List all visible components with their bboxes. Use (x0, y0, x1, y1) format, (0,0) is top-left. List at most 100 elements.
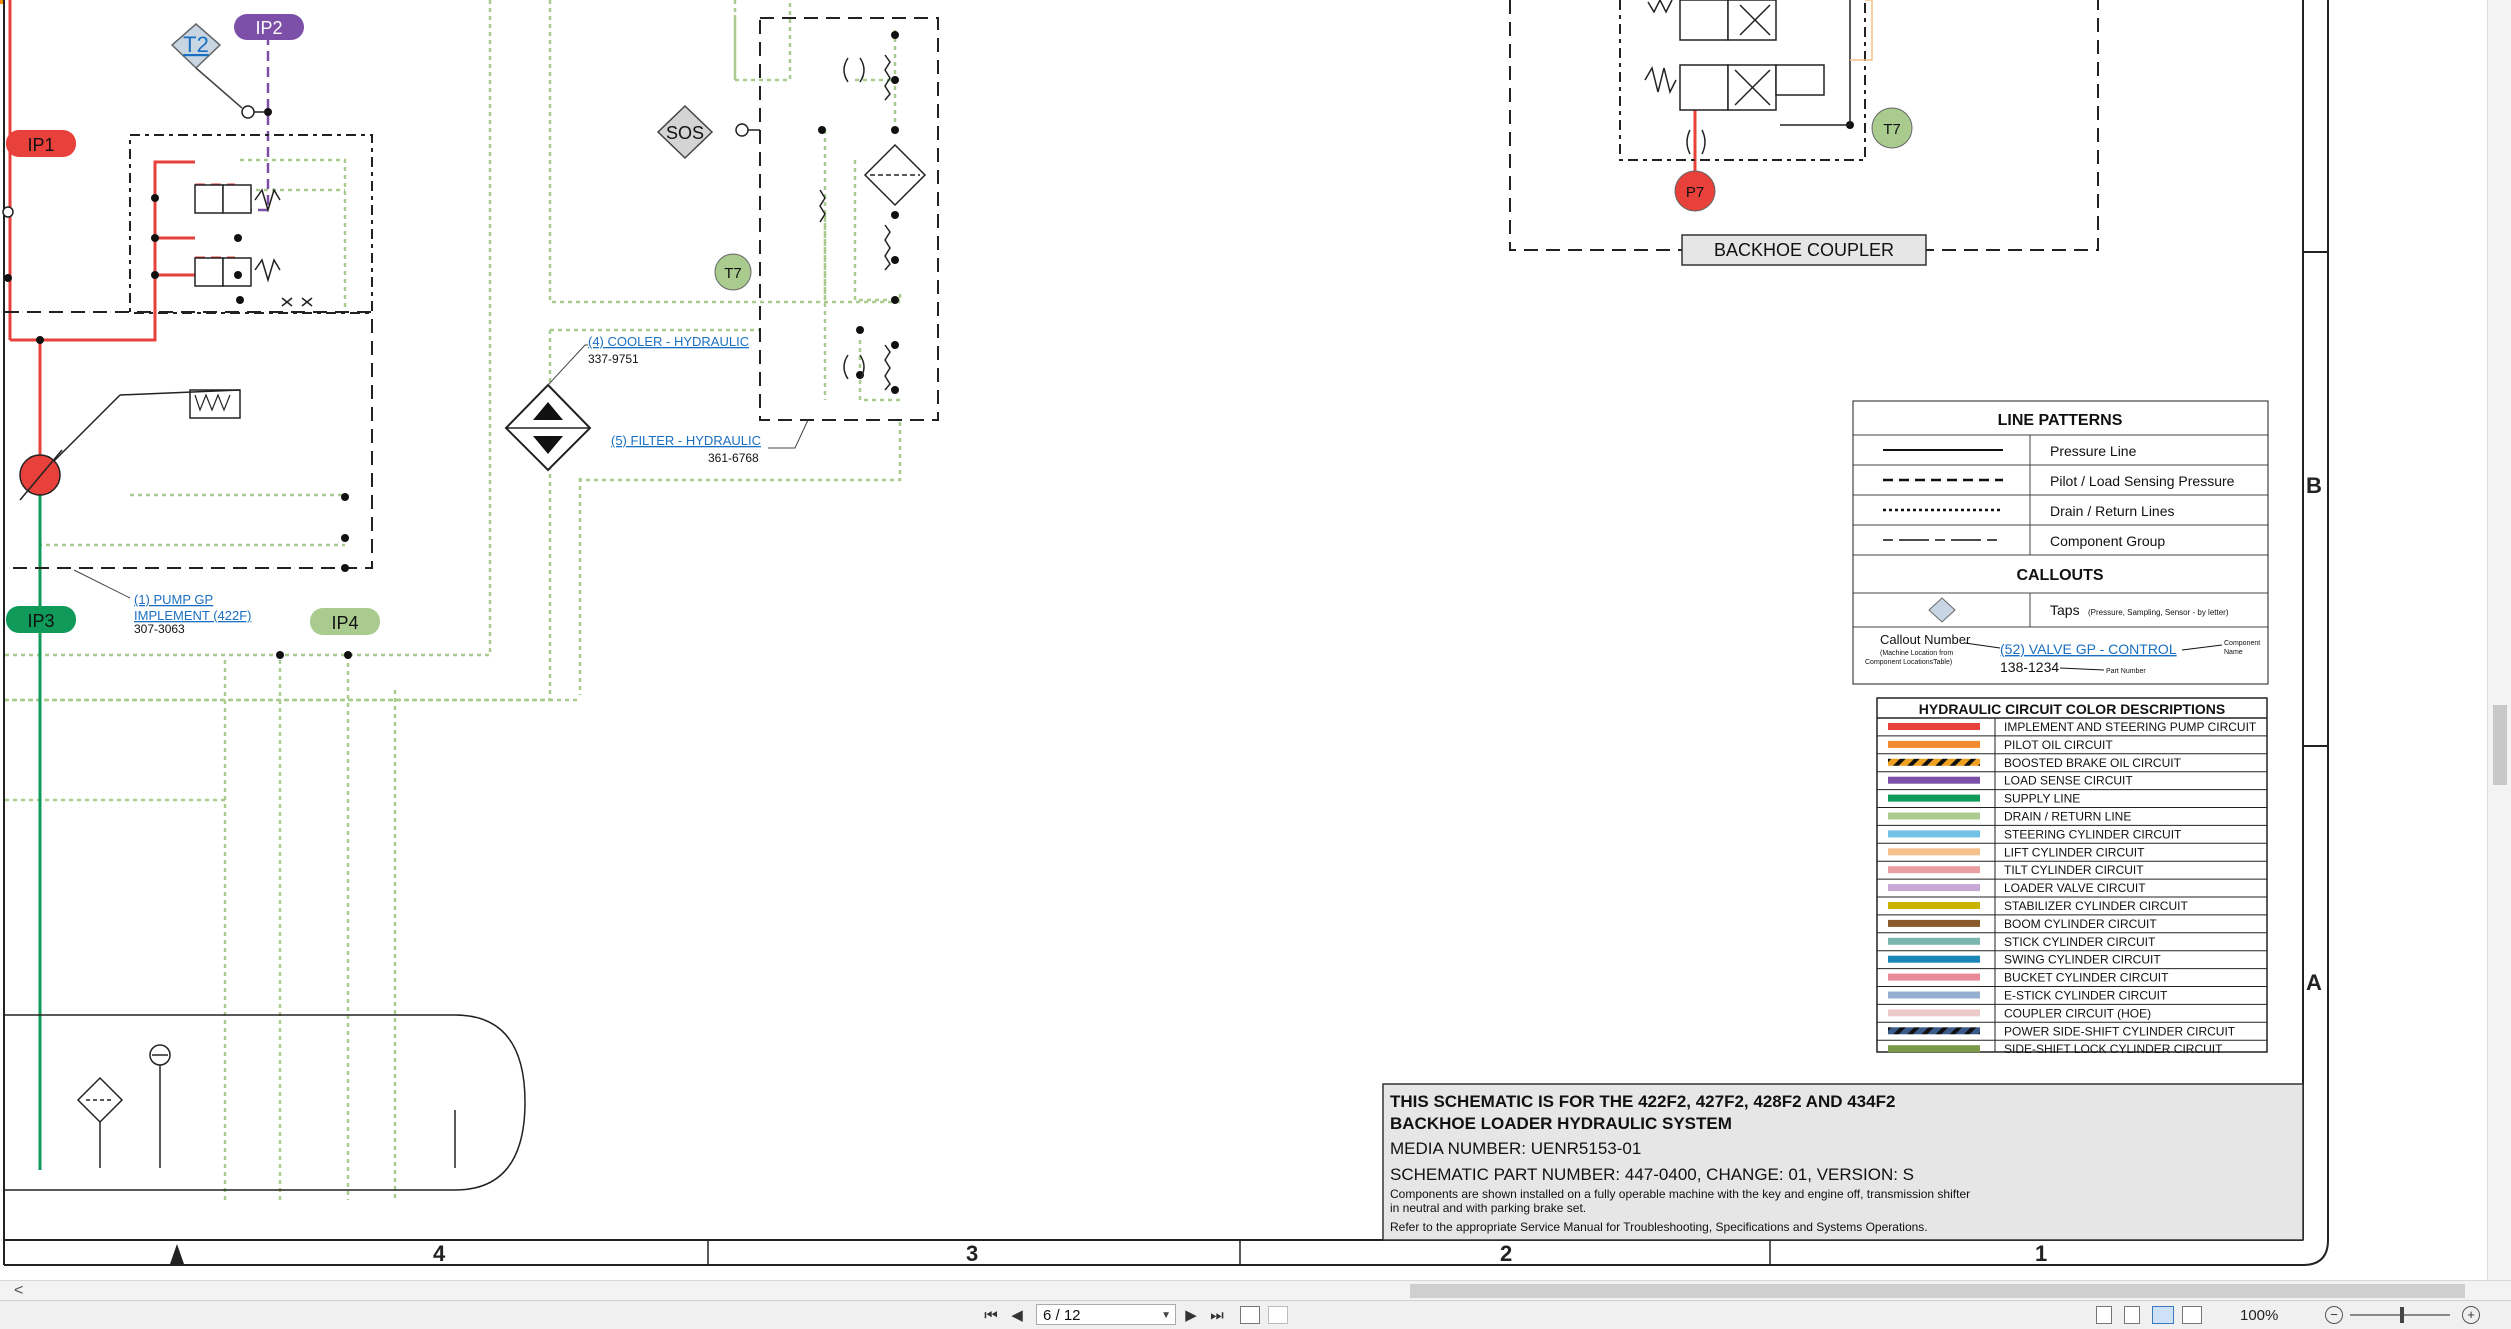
part-number-note: Part Number (2106, 668, 2146, 675)
tap-t7-left[interactable]: T7 (714, 253, 752, 291)
control-valves-left (189, 184, 281, 419)
tap-t2-label: T2 (183, 32, 209, 57)
line-patterns-legend: LINE PATTERNS Pressure Line Pilot / Load… (1852, 400, 2269, 685)
page-dropdown-icon[interactable]: ▼ (1161, 1305, 1171, 1326)
tap-ip3[interactable]: IP3 (6, 606, 76, 633)
next-page-icon: ▶ (1185, 1307, 1197, 1324)
color-swatch (1888, 794, 1980, 802)
first-page-button[interactable]: ⏮ (980, 1304, 1002, 1326)
zoom-out-icon: − (2330, 1307, 2338, 1322)
cooler-callout: (4) COOLER - HYDRAULIC 337-9751 (547, 334, 749, 386)
last-page-button[interactable]: ⏭ (1206, 1304, 1228, 1326)
previous-view-icon[interactable] (1240, 1306, 1260, 1324)
page-number-value: 6 / 12 (1043, 1307, 1081, 1324)
tap-sos[interactable]: SOS (656, 104, 714, 160)
color-swatch (1888, 1009, 1980, 1017)
color-label: SWING CYLINDER CIRCUIT (2004, 953, 2161, 967)
color-swatch (1888, 991, 1980, 999)
color-label: COUPLER CIRCUIT (HOE) (2004, 1006, 2151, 1020)
tap-t7-right[interactable]: T7 (1871, 107, 1913, 149)
color-swatch (1888, 1027, 1980, 1035)
cooler-callout-link[interactable]: (4) COOLER - HYDRAULIC (588, 334, 749, 349)
tap-ip2[interactable]: IP2 (234, 14, 304, 40)
filter-callout-part: 361-6768 (708, 451, 759, 465)
tap-t2[interactable]: T2 (170, 23, 222, 70)
cooler-symbol (504, 383, 592, 472)
zone-letter-a: A (2306, 970, 2322, 995)
callout-number-label: Callout Number (1880, 632, 1971, 647)
zone-number-1: 1 (2035, 1241, 2047, 1266)
continuous-view-icon[interactable] (2124, 1306, 2140, 1324)
color-label: PILOT OIL CIRCUIT (2004, 738, 2113, 752)
color-swatch (1888, 973, 1980, 981)
pump-callout-link2[interactable]: IMPLEMENT (422F) (134, 608, 252, 623)
filter-callout: (5) FILTER - HYDRAULIC 361-6768 (611, 419, 809, 465)
line-pattern-drain: Drain / Return Lines (2050, 503, 2175, 519)
color-label: STABILIZER CYLINDER CIRCUIT (2004, 899, 2188, 913)
horizontal-scrollbar[interactable]: < (0, 1280, 2511, 1301)
color-swatch (1888, 776, 1980, 784)
component-name-note1: Component (2224, 640, 2260, 647)
zoom-slider[interactable] (2350, 1307, 2450, 1323)
color-swatch (1888, 919, 1980, 927)
color-label: BOOM CYLINDER CIRCUIT (2004, 917, 2157, 931)
zone-number-2: 2 (1500, 1241, 1512, 1266)
tap-p7[interactable]: P7 (1674, 170, 1716, 212)
two-page-continuous-view-icon[interactable] (2182, 1306, 2202, 1324)
color-label: POWER SIDE-SHIFT CYLINDER CIRCUIT (2004, 1024, 2236, 1038)
title-note2: in neutral and with parking brake set. (1390, 1201, 1586, 1215)
title-line1: THIS SCHEMATIC IS FOR THE 422F2, 427F2, … (1390, 1092, 1895, 1111)
cooler-callout-part: 337-9751 (588, 352, 639, 366)
previous-page-icon: ◀ (1011, 1307, 1023, 1324)
color-label: IMPLEMENT AND STEERING PUMP CIRCUIT (2004, 720, 2257, 734)
previous-page-button[interactable]: ◀ (1006, 1304, 1028, 1326)
tap-ip2-label: IP2 (255, 18, 282, 38)
next-view-icon[interactable] (1268, 1306, 1288, 1324)
color-swatch (1888, 848, 1980, 856)
zoom-out-button[interactable]: − (2325, 1306, 2343, 1324)
zone-letter-b: B (2306, 473, 2322, 498)
zoom-in-button[interactable]: + (2462, 1306, 2480, 1324)
callout-number-note1: (Machine Location from (1880, 650, 1953, 657)
color-label: SUPPLY LINE (2004, 792, 2080, 806)
tap-ip3-label: IP3 (27, 611, 54, 631)
example-callout-link: (52) VALVE GP - CONTROL (2000, 641, 2177, 657)
coupler-label: BACKHOE COUPLER (1714, 240, 1894, 260)
single-page-view-icon[interactable] (2096, 1306, 2112, 1324)
next-page-button[interactable]: ▶ (1180, 1304, 1202, 1326)
pump-callout: (1) PUMP GP IMPLEMENT (422F) 307-3063 (73, 569, 252, 636)
title-note3: Refer to the appropriate Service Manual … (1390, 1220, 1928, 1234)
schematic-part-number: SCHEMATIC PART NUMBER: 447-0400, CHANGE:… (1390, 1165, 1914, 1184)
color-label: TILT CYLINDER CIRCUIT (2004, 863, 2144, 877)
two-page-view-icon[interactable] (2152, 1306, 2174, 1324)
page-number-field[interactable]: 6 / 12 ▼ (1036, 1304, 1176, 1325)
relief-valves (819, 54, 927, 391)
tank-symbol (5, 1014, 526, 1191)
tap-ip4-label: IP4 (331, 613, 358, 633)
horizontal-scrollbar-thumb[interactable] (1410, 1284, 2465, 1298)
pump-callout-link1[interactable]: (1) PUMP GP (134, 592, 213, 607)
color-label: STEERING CYLINDER CIRCUIT (2004, 827, 2182, 841)
filter-callout-link[interactable]: (5) FILTER - HYDRAULIC (611, 433, 761, 448)
color-swatch (1888, 812, 1980, 820)
scroll-left-icon[interactable]: < (14, 1282, 23, 1300)
zone-number-4: 4 (433, 1241, 446, 1266)
color-swatch (1888, 955, 1980, 963)
color-swatch (1888, 758, 1980, 766)
callouts-title: CALLOUTS (2016, 567, 2103, 584)
zoom-slider-handle[interactable] (2400, 1307, 2404, 1323)
pressure-lines (8, 0, 1697, 460)
color-swatch (1888, 830, 1980, 838)
zoom-level[interactable]: 100% (2240, 1307, 2278, 1324)
zone-number-3: 3 (966, 1241, 978, 1266)
vertical-scrollbar-thumb[interactable] (2493, 705, 2507, 785)
color-label: BUCKET CYLINDER CIRCUIT (2004, 971, 2169, 985)
tap-ip4[interactable]: IP4 (310, 608, 380, 635)
hydraulic-schematic: B A 4 3 2 1 BACKHOE COUPLER T2 IP2 IP1 I… (2, 0, 2329, 1266)
color-swatch (1888, 1045, 1980, 1053)
vertical-scrollbar[interactable] (2487, 0, 2511, 1280)
last-page-icon: ⏭ (1210, 1306, 1224, 1324)
tap-ip1-label: IP1 (27, 135, 54, 155)
tap-p7-label: P7 (1686, 184, 1704, 201)
tap-ip1[interactable]: IP1 (6, 130, 76, 157)
